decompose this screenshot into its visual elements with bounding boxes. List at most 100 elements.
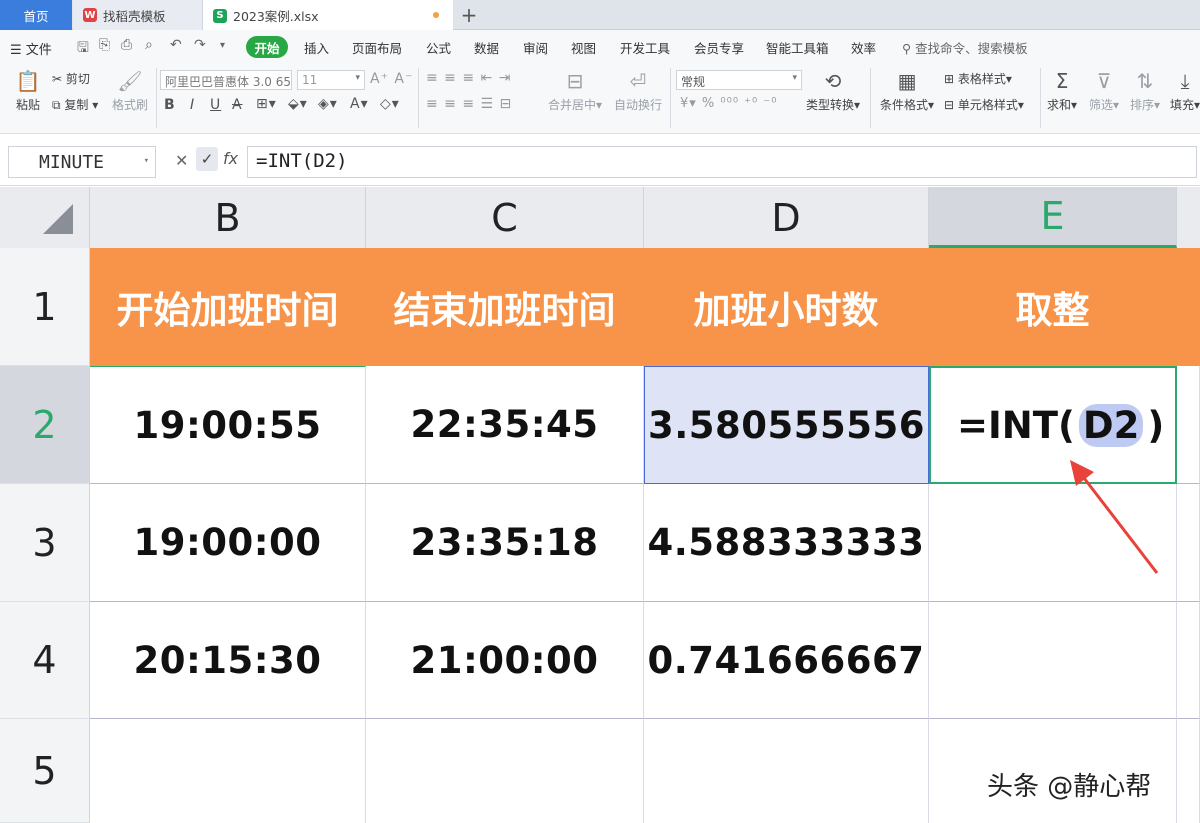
- table-style-button[interactable]: ⊞ 表格样式▾: [944, 70, 1012, 87]
- number-format-select[interactable]: 常规 ▾: [676, 70, 802, 90]
- strikethrough-icon[interactable]: A: [232, 97, 243, 113]
- cut-button[interactable]: ✂ 剪切: [52, 70, 90, 87]
- row-header-4[interactable]: 4: [0, 602, 90, 719]
- select-all-corner[interactable]: [0, 187, 90, 248]
- command-search-label: 查找命令、搜索模板: [915, 41, 1028, 56]
- menu-tab-smart-tools[interactable]: 智能工具箱: [766, 38, 829, 57]
- confirm-icon[interactable]: ✓: [196, 147, 218, 171]
- column-header-c[interactable]: C: [366, 187, 644, 248]
- menu-tab-data[interactable]: 数据: [474, 38, 499, 57]
- cell-f5[interactable]: [1177, 719, 1200, 823]
- cell-c1[interactable]: 结束加班时间: [366, 248, 644, 366]
- align-left-icon[interactable]: ≡ ≡ ≡ ☰ ⊟: [426, 96, 512, 112]
- name-box[interactable]: MINUTE ▾: [8, 146, 156, 178]
- cell-f1[interactable]: [1177, 248, 1200, 366]
- cell-e3[interactable]: [929, 484, 1177, 602]
- row-header-4-label: 4: [32, 638, 57, 682]
- cell-b2[interactable]: 19:00:55: [90, 366, 366, 484]
- wrap-text-button[interactable]: ⏎ 自动换行: [614, 70, 662, 113]
- bold-icon[interactable]: B: [164, 97, 176, 113]
- sum-button[interactable]: Σ 求和▾: [1047, 70, 1077, 113]
- currency-percent-icon[interactable]: ¥▾ % ⁰⁰⁰ ⁺⁰ ⁻⁰: [680, 96, 777, 111]
- paste-button[interactable]: 📋 粘贴: [8, 70, 48, 113]
- column-header-f[interactable]: [1177, 187, 1200, 248]
- row-header-2[interactable]: 2: [0, 366, 90, 484]
- cell-b1[interactable]: 开始加班时间: [90, 248, 366, 366]
- tab-home[interactable]: 首页: [0, 0, 72, 30]
- export-pdf-icon[interactable]: ⎘: [99, 37, 110, 53]
- save-icon[interactable]: 🖫: [77, 37, 89, 61]
- menu-tab-view[interactable]: 视图: [571, 38, 596, 57]
- font-color-icon[interactable]: A▾: [350, 96, 369, 112]
- clear-format-icon[interactable]: ◇▾: [380, 96, 400, 112]
- cell-b3[interactable]: 19:00:00: [90, 484, 366, 602]
- cell-f2[interactable]: [1177, 366, 1200, 484]
- format-painter-button[interactable]: 🖌 格式刷: [108, 70, 152, 113]
- menu-bar: ☰ 文件 🖫 ⎘ ⎙ ⌕ ↶ ↷ ▾ 开始 插入 页面布局 公式 数据 审阅 视…: [0, 30, 1200, 64]
- align-top-icon[interactable]: ≡ ≡ ≡ ⇤ ⇥: [426, 70, 511, 86]
- cell-d1[interactable]: 加班小时数: [644, 248, 929, 366]
- cell-c3[interactable]: 23:35:18: [366, 484, 644, 602]
- cancel-icon[interactable]: ✕: [175, 151, 188, 170]
- undo-icon[interactable]: ↶: [170, 37, 182, 53]
- font-name-select[interactable]: 阿里巴巴普惠体 3.0 65: [160, 70, 292, 90]
- border-icon[interactable]: ⊞▾: [256, 96, 277, 112]
- italic-icon[interactable]: I: [190, 97, 195, 113]
- cell-c5[interactable]: [366, 719, 644, 823]
- cell-e2-editing[interactable]: =INT(D2): [929, 366, 1177, 484]
- type-convert-button[interactable]: ⟲ 类型转换▾: [806, 70, 860, 113]
- font-size-select[interactable]: 11 ▾: [297, 70, 365, 90]
- cell-c2[interactable]: 22:35:45: [366, 366, 644, 484]
- tab-template[interactable]: W 找稻壳模板: [73, 0, 203, 30]
- cell-f3[interactable]: [1177, 484, 1200, 602]
- underline-icon[interactable]: U: [210, 97, 221, 113]
- menu-tab-insert[interactable]: 插入: [304, 38, 329, 57]
- row-header-1[interactable]: 1: [0, 248, 90, 366]
- tab-file[interactable]: S 2023案例.xlsx: [203, 0, 453, 31]
- menu-tab-review[interactable]: 审阅: [523, 38, 548, 57]
- row-header-1-label: 1: [32, 284, 57, 329]
- cell-d3[interactable]: 4.588333333: [644, 484, 929, 602]
- cell-f4[interactable]: [1177, 602, 1200, 719]
- cell-c4[interactable]: 21:00:00: [366, 602, 644, 719]
- fill-color-icon[interactable]: ⬙▾: [288, 96, 308, 112]
- conditional-format-button[interactable]: ▦ 条件格式▾: [880, 70, 934, 113]
- increase-decrease-font-icon[interactable]: A⁺ A⁻: [370, 71, 413, 87]
- cell-e1-text: 取整: [1015, 289, 1090, 332]
- redo-icon[interactable]: ↷: [194, 37, 206, 53]
- new-tab-button[interactable]: +: [458, 3, 480, 27]
- cell-b4[interactable]: 20:15:30: [90, 602, 366, 719]
- cell-e1[interactable]: 取整: [929, 248, 1177, 366]
- file-menu-button[interactable]: ☰ 文件: [10, 39, 52, 58]
- merge-center-button[interactable]: ⊟ 合并居中▾: [548, 70, 602, 113]
- copy-button[interactable]: ⧉ 复制 ▾: [52, 96, 98, 113]
- quick-access-dropdown-icon[interactable]: ▾: [220, 40, 225, 51]
- column-header-e[interactable]: E: [929, 187, 1177, 248]
- cell-d4[interactable]: 0.741666667: [644, 602, 929, 719]
- command-search[interactable]: ⚲ 查找命令、搜索模板: [902, 38, 1028, 57]
- sort-button[interactable]: ⇅ 排序▾: [1130, 70, 1160, 113]
- menu-tab-member[interactable]: 会员专享: [694, 38, 744, 57]
- cell-d5[interactable]: [644, 719, 929, 823]
- menu-tab-formulas[interactable]: 公式: [426, 38, 451, 57]
- row-header-5[interactable]: 5: [0, 719, 90, 823]
- cell-d2[interactable]: 3.580555556: [644, 366, 929, 484]
- cell-style-button[interactable]: ⊟ 单元格样式▾: [944, 96, 1024, 113]
- column-header-d[interactable]: D: [644, 187, 929, 248]
- formula-input[interactable]: =INT(D2): [247, 146, 1197, 178]
- filter-button[interactable]: ⊽ 筛选▾: [1089, 70, 1119, 113]
- print-preview-icon[interactable]: ⌕: [145, 37, 153, 53]
- fill-button[interactable]: ⤓ 填充▾: [1170, 70, 1200, 113]
- row-header-3[interactable]: 3: [0, 484, 90, 602]
- highlight-icon[interactable]: ◈▾: [318, 96, 338, 112]
- cell-e4[interactable]: [929, 602, 1177, 719]
- menu-tab-efficiency[interactable]: 效率: [851, 38, 876, 57]
- column-header-b[interactable]: B: [90, 187, 366, 248]
- menu-tab-page-layout[interactable]: 页面布局: [352, 38, 402, 57]
- wrap-icon: ⏎: [629, 69, 647, 93]
- print-icon[interactable]: ⎙: [121, 37, 132, 53]
- insert-function-button[interactable]: fx: [223, 149, 238, 168]
- menu-tab-start[interactable]: 开始: [246, 36, 288, 58]
- cell-b5[interactable]: [90, 719, 366, 823]
- menu-tab-developer[interactable]: 开发工具: [620, 38, 670, 57]
